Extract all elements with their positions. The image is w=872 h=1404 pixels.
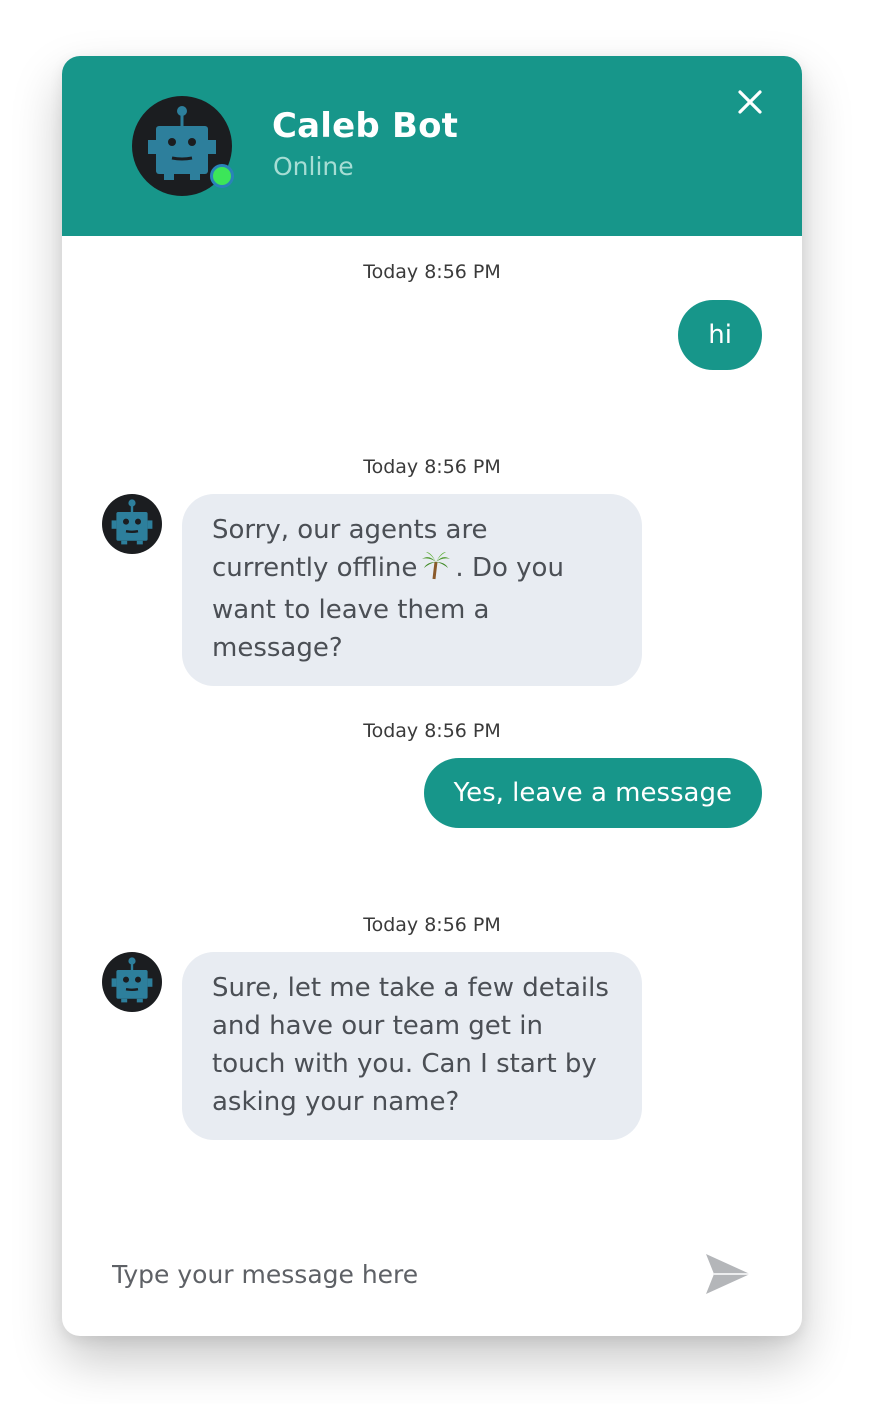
bot-message-avatar: [102, 952, 162, 1012]
send-icon: [706, 1254, 750, 1294]
message-timestamp: Today 8:56 PM: [363, 456, 501, 478]
user-message-bubble: Yes, leave a message: [423, 758, 762, 828]
bot-message-bubble: Sure, let me take a few details and have…: [182, 952, 642, 1140]
close-icon: [738, 90, 762, 114]
bot-message-bubble: Sorry, our agents are currently offline.…: [182, 494, 642, 686]
bot-status: Online: [273, 152, 354, 181]
message-input[interactable]: [112, 1251, 672, 1297]
message-timestamp: Today 8:56 PM: [363, 720, 501, 742]
bot-message-text: Sure, let me take a few details and have…: [212, 973, 609, 1117]
bot-message-avatar: [102, 494, 162, 554]
bot-name: Caleb Bot: [272, 106, 459, 146]
message-timestamp: Today 8:56 PM: [363, 914, 501, 936]
robot-icon: [111, 499, 153, 545]
chat-header: Caleb Bot Online: [62, 56, 802, 236]
chat-widget: Caleb Bot Online Today 8:56 PM hi Today …: [62, 56, 802, 1336]
robot-icon: [111, 957, 153, 1003]
user-message-bubble: hi: [678, 300, 762, 370]
close-button[interactable]: [732, 84, 768, 120]
message-composer: [62, 1236, 802, 1336]
message-timestamp: Today 8:56 PM: [363, 261, 501, 283]
palm-tree-icon: [421, 550, 451, 591]
online-indicator: [210, 164, 234, 188]
send-button[interactable]: [704, 1250, 752, 1298]
